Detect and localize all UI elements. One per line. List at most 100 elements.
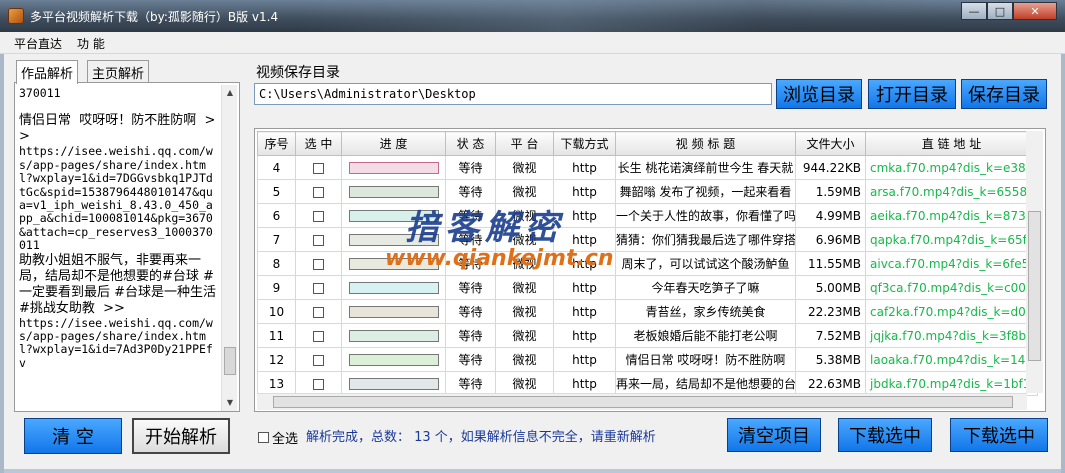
row-checkbox[interactable] xyxy=(313,162,324,174)
download-selected-button-2[interactable]: 下载选中 xyxy=(950,418,1048,452)
open-dir-button[interactable]: 打开目录 xyxy=(868,79,956,109)
cell-title: 长生 桃花诺演绎前世今生 春天就 xyxy=(615,155,796,180)
tab-work-parse[interactable]: 作品解析 xyxy=(16,60,79,84)
col-header-status[interactable]: 状 态 xyxy=(445,131,496,156)
row-checkbox[interactable] xyxy=(313,306,324,318)
cell-link[interactable]: aivca.f70.mp4?dis_k=6fe524 xyxy=(865,251,1038,276)
select-all-control[interactable]: 全选 xyxy=(258,428,298,447)
cell-size: 4.99MB xyxy=(795,203,866,228)
close-button[interactable]: ✕ xyxy=(1013,2,1057,20)
cell-link[interactable]: jqjka.f70.mp4?dis_k=3f8b7b xyxy=(865,323,1038,348)
tab-homepage-parse[interactable]: 主页解析 xyxy=(87,60,150,82)
table-row[interactable]: 4 等待 微视 http 长生 桃花诺演绎前世今生 春天就 944.22KB cmka.f7… xyxy=(257,155,1038,180)
col-header-title[interactable]: 视 频 标 题 xyxy=(615,131,796,156)
table-row[interactable]: 8 等待 微视 http 周末了，可以试试这个酸汤鲈鱼 11.55MB aivca.f70.… xyxy=(257,251,1038,276)
table-row[interactable]: 11 等待 微视 http 老板娘婚后能不能打老公啊 7.52MB jqjka.f70.mp… xyxy=(257,323,1038,348)
row-checkbox[interactable] xyxy=(313,210,324,222)
row-checkbox[interactable] xyxy=(313,186,324,198)
cell-method: http xyxy=(553,155,616,180)
menu-platform-direct[interactable]: 平台直达 xyxy=(14,35,62,52)
cell-link[interactable]: caf2ka.f70.mp4?dis_k=d0c89 xyxy=(865,299,1038,324)
cell-select[interactable] xyxy=(295,275,342,300)
grid-scroll-thumb[interactable] xyxy=(1028,211,1041,361)
cell-select[interactable] xyxy=(295,227,342,252)
scroll-down-arrow-icon[interactable]: ▼ xyxy=(222,395,238,411)
cell-size: 5.00MB xyxy=(795,275,866,300)
minimize-button[interactable]: — xyxy=(961,2,987,20)
cell-size: 1.59MB xyxy=(795,179,866,204)
watermark-text: 揞客解密 xyxy=(405,208,565,248)
start-parse-button[interactable]: 开始解析 xyxy=(132,418,230,454)
cell-link[interactable]: qapka.f70.mp4?dis_k=65f921 xyxy=(865,227,1038,252)
table-row[interactable]: 10 等待 微视 http 青苔丝，家乡传统美食 22.23MB caf2ka.f70.mp… xyxy=(257,299,1038,324)
col-header-index[interactable]: 序号 xyxy=(257,131,296,156)
grid-vertical-scrollbar[interactable] xyxy=(1026,131,1043,393)
col-header-link[interactable]: 直 链 地 址 xyxy=(865,131,1038,156)
row-checkbox[interactable] xyxy=(313,258,324,270)
clear-button[interactable]: 清 空 xyxy=(24,418,122,454)
cell-progress xyxy=(341,299,446,324)
progress-bar xyxy=(348,282,439,294)
grid-hscroll-thumb[interactable] xyxy=(273,396,1013,408)
col-header-size[interactable]: 文件大小 xyxy=(795,131,866,156)
cell-title: 一个关于人性的故事，你看懂了吗 xyxy=(615,203,796,228)
table-row[interactable]: 13 等待 微视 http 再来一局，结局却不是他想要的台 22.63MB jbdka.f7… xyxy=(257,371,1038,396)
clear-items-button[interactable]: 清空项目 xyxy=(727,418,821,452)
cell-select[interactable] xyxy=(295,323,342,348)
row-checkbox[interactable] xyxy=(313,354,324,366)
scroll-thumb[interactable] xyxy=(224,347,236,375)
cell-size: 944.22KB xyxy=(795,155,866,180)
cell-select[interactable] xyxy=(295,251,342,276)
cell-link[interactable]: jbdka.f70.mp4?dis_k=1bf1fe xyxy=(865,371,1038,396)
cell-select[interactable] xyxy=(295,371,342,396)
table-row[interactable]: 5 等待 微视 http 舞韶嗡 发布了视频，一起来看看 1.59MB arsa.f70.m… xyxy=(257,179,1038,204)
cell-link[interactable]: qf3ca.f70.mp4?dis_k=c0005 xyxy=(865,275,1038,300)
col-header-progress[interactable]: 进 度 xyxy=(341,131,446,156)
left-border xyxy=(0,54,4,473)
cell-select[interactable] xyxy=(295,203,342,228)
download-selected-button[interactable]: 下载选中 xyxy=(838,418,932,452)
cell-link[interactable]: aeika.f70.mp4?dis_k=873556 xyxy=(865,203,1038,228)
browse-dir-button[interactable]: 浏览目录 xyxy=(776,79,862,109)
col-header-method[interactable]: 下载方式 xyxy=(553,131,616,156)
row-checkbox[interactable] xyxy=(313,378,324,390)
cell-select[interactable] xyxy=(295,155,342,180)
col-header-platform[interactable]: 平 台 xyxy=(495,131,554,156)
maximize-button[interactable]: □ xyxy=(987,2,1013,20)
textarea-line: 370011 xyxy=(19,87,61,100)
cell-link[interactable]: laoaka.f70.mp4?dis_k=14b33 xyxy=(865,347,1038,372)
cell-progress xyxy=(341,323,446,348)
progress-bar xyxy=(348,162,439,174)
cell-index: 5 xyxy=(257,179,296,204)
cell-method: http xyxy=(553,275,616,300)
cell-select[interactable] xyxy=(295,347,342,372)
cell-link[interactable]: cmka.f70.mp4?dis_k=e3835 xyxy=(865,155,1038,180)
menu-functions[interactable]: 功 能 xyxy=(77,35,105,52)
scroll-up-arrow-icon[interactable]: ▲ xyxy=(222,85,238,101)
save-dir-input[interactable]: C:\Users\Administrator\Desktop xyxy=(254,83,772,105)
save-dir-button[interactable]: 保存目录 xyxy=(961,79,1047,109)
url-input-textarea[interactable]: 370011 情侣日常 哎呀呀！防不胜防啊 >> https://isee.weis… xyxy=(19,87,219,409)
grid-horizontal-scrollbar[interactable] xyxy=(257,393,1027,410)
cell-link[interactable]: arsa.f70.mp4?dis_k=65583a7 xyxy=(865,179,1038,204)
row-checkbox[interactable] xyxy=(313,282,324,294)
table-row[interactable]: 9 等待 微视 http 今年春天吃笋子了嘛 5.00MB qf3ca.f70.mp4?di… xyxy=(257,275,1038,300)
table-row[interactable]: 7 等待 微视 http 猜猜：你们猜我最后选了哪件穿搭 6.96MB qapka.f70.… xyxy=(257,227,1038,252)
table-row[interactable]: 6 等待 微视 http 一个关于人性的故事，你看懂了吗 4.99MB aeika.f70.… xyxy=(257,203,1038,228)
col-header-select[interactable]: 选 中 xyxy=(295,131,342,156)
row-checkbox[interactable] xyxy=(313,330,324,342)
cell-platform: 微视 xyxy=(495,371,554,396)
cell-size: 6.96MB xyxy=(795,227,866,252)
app-icon xyxy=(8,8,24,24)
cell-size: 11.55MB xyxy=(795,251,866,276)
select-all-checkbox[interactable] xyxy=(258,432,269,443)
textarea-scrollbar[interactable]: ▲ ▼ xyxy=(221,85,237,411)
title-bar: 多平台视频解析下载（by:孤影随行）B版 v1.4 — □ ✕ xyxy=(0,0,1065,32)
cell-select[interactable] xyxy=(295,299,342,324)
table-row[interactable]: 12 等待 微视 http 情侣日常 哎呀呀！防不胜防啊 5.38MB laoaka.f70… xyxy=(257,347,1038,372)
row-checkbox[interactable] xyxy=(313,234,324,246)
cell-method: http xyxy=(553,323,616,348)
cell-progress xyxy=(341,371,446,396)
cell-index: 13 xyxy=(257,371,296,396)
cell-select[interactable] xyxy=(295,179,342,204)
